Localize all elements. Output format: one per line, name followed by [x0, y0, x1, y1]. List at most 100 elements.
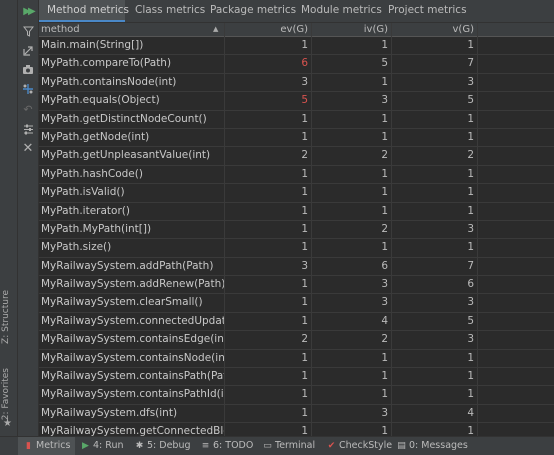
iv-cell: 1: [381, 204, 388, 217]
debug-icon: ✱: [135, 441, 144, 451]
ev-cell: 1: [301, 39, 308, 51]
iv-cell: 4: [381, 314, 388, 327]
ev-cell: 3: [301, 259, 308, 272]
metrics-icon: ▮: [26, 441, 31, 451]
iv-cell: 2: [381, 149, 388, 162]
iv-cell: 3: [381, 406, 388, 419]
metrics-tab-bar: Method metrics Class metrics Package met…: [39, 0, 554, 23]
filter-icon[interactable]: [20, 23, 36, 39]
rerun-icon[interactable]: ▶▶: [20, 3, 36, 19]
ev-cell: 1: [301, 167, 308, 180]
diff-icon[interactable]: [20, 81, 36, 97]
camera-icon[interactable]: [20, 61, 36, 77]
column-header-iv[interactable]: iv(G): [311, 23, 388, 36]
ev-cell: 1: [301, 314, 308, 327]
iv-cell: 1: [381, 351, 388, 364]
method-cell: MyPath.getDistinctNodeCount(): [41, 112, 207, 125]
tab-package-metrics[interactable]: Package metrics: [210, 0, 296, 22]
v-cell: 3: [467, 222, 474, 235]
tab-class-metrics[interactable]: Class metrics: [135, 0, 205, 22]
tab-method-metrics[interactable]: Method metrics: [39, 0, 129, 22]
iv-cell: 1: [381, 112, 388, 125]
close-icon[interactable]: ✕: [20, 140, 36, 156]
column-header-v[interactable]: v(G): [391, 23, 474, 36]
favorites-tool-label[interactable]: 2: Favorites: [1, 368, 11, 420]
undo-icon[interactable]: ↶: [20, 101, 36, 117]
checkstyle-icon: ✔: [327, 441, 336, 451]
method-cell: MyPath.getUnpleasantValue(int): [41, 149, 211, 162]
iv-cell: 2: [381, 222, 388, 235]
v-cell: 1: [467, 388, 474, 401]
todo-icon: ≡: [201, 441, 210, 451]
sort-ascending-icon[interactable]: ▲: [213, 23, 218, 36]
method-cell: MyPath.containsNode(int): [41, 75, 177, 88]
method-cell: MyRailwaySystem.dfs(int): [41, 406, 178, 419]
method-cell: MyRailwaySystem.containsPathId(int): [41, 388, 224, 401]
v-cell: 4: [467, 406, 474, 419]
settings-icon[interactable]: [20, 121, 36, 137]
ev-cell: 1: [301, 351, 308, 364]
ev-cell: 1: [301, 204, 308, 217]
method-cell: MyPath.isValid(): [41, 186, 125, 199]
method-cell: MyPath.iterator(): [41, 204, 130, 217]
method-cell: MyPath.hashCode(): [41, 167, 143, 180]
ev-cell: 1: [301, 278, 308, 291]
iv-cell: 3: [381, 278, 388, 291]
method-cell: MyRailwaySystem.clearSmall(): [41, 296, 203, 309]
run-tool-button[interactable]: ▶ 4: Run: [80, 437, 123, 455]
v-cell: 2: [467, 149, 474, 162]
v-cell: 1: [467, 241, 474, 254]
column-divider: [311, 23, 312, 436]
iv-cell: 2: [381, 333, 388, 346]
iv-cell: 5: [381, 57, 388, 70]
iv-cell: 6: [381, 259, 388, 272]
iv-cell: 1: [381, 425, 388, 436]
messages-icon: ▤: [397, 441, 406, 451]
method-cell: MyPath.compareTo(Path): [41, 57, 172, 70]
v-cell: 7: [467, 57, 474, 70]
tool-window-bar: ▮ Metrics ▶ 4: Run ✱ 5: Debug ≡ 6: TODO ▭ Ter…: [0, 436, 554, 455]
ev-cell: 1: [301, 130, 308, 143]
structure-tool-label[interactable]: Z: Structure: [1, 290, 11, 344]
v-cell: 1: [467, 351, 474, 364]
method-cell: MyRailwaySystem.containsNode(int): [41, 351, 224, 364]
method-cell: MyPath.equals(Object): [41, 94, 160, 107]
tab-module-metrics[interactable]: Module metrics: [301, 0, 382, 22]
column-header-ev[interactable]: ev(G): [225, 23, 308, 36]
method-cell: MyPath.getNode(int): [41, 130, 150, 143]
method-cell: MyRailwaySystem.connectedUpdate(): [41, 314, 224, 327]
star-icon[interactable]: ★: [3, 418, 12, 429]
checkstyle-tool-button[interactable]: ✔ CheckStyle: [326, 437, 392, 455]
ev-cell: 2: [301, 333, 308, 346]
terminal-icon: ▭: [263, 441, 272, 451]
terminal-tool-button[interactable]: ▭ Terminal: [262, 437, 315, 455]
debug-tool-button[interactable]: ✱ 5: Debug: [134, 437, 191, 455]
v-cell: 3: [467, 296, 474, 309]
iv-cell: 1: [381, 186, 388, 199]
ev-cell: 1: [301, 112, 308, 125]
left-tool-strip: Z: Structure 2: Favorites ★: [0, 0, 18, 436]
column-divider: [477, 23, 478, 436]
method-cell: MyRailwaySystem.getConnectedBlockCou: [41, 425, 224, 436]
todo-tool-button[interactable]: ≡ 6: TODO: [200, 437, 254, 455]
column-header-method[interactable]: method: [41, 23, 80, 36]
method-metrics-table: method ▲ ev(G) iv(G) v(G) Main.main(Stri…: [39, 23, 554, 436]
iv-cell: 1: [381, 167, 388, 180]
method-cell: MyPath.size(): [41, 241, 112, 254]
v-cell: 1: [467, 130, 474, 143]
export-icon[interactable]: [20, 42, 36, 58]
ev-cell: 6: [301, 57, 308, 70]
iv-cell: 1: [381, 388, 388, 401]
metrics-tool-button[interactable]: ▮ Metrics: [18, 437, 76, 455]
ev-cell: 1: [301, 222, 308, 235]
method-cell: Main.main(String[]): [41, 39, 144, 51]
ev-cell: 1: [301, 388, 308, 401]
ev-cell: 1: [301, 241, 308, 254]
v-cell: 5: [467, 314, 474, 327]
ev-cell: 1: [301, 370, 308, 383]
column-divider: [224, 23, 225, 436]
messages-tool-button[interactable]: ▤ 0: Messages: [396, 437, 468, 455]
v-cell: 1: [467, 204, 474, 217]
tab-project-metrics[interactable]: Project metrics: [388, 0, 467, 22]
method-cell: MyRailwaySystem.addRenew(Path): [41, 278, 224, 291]
